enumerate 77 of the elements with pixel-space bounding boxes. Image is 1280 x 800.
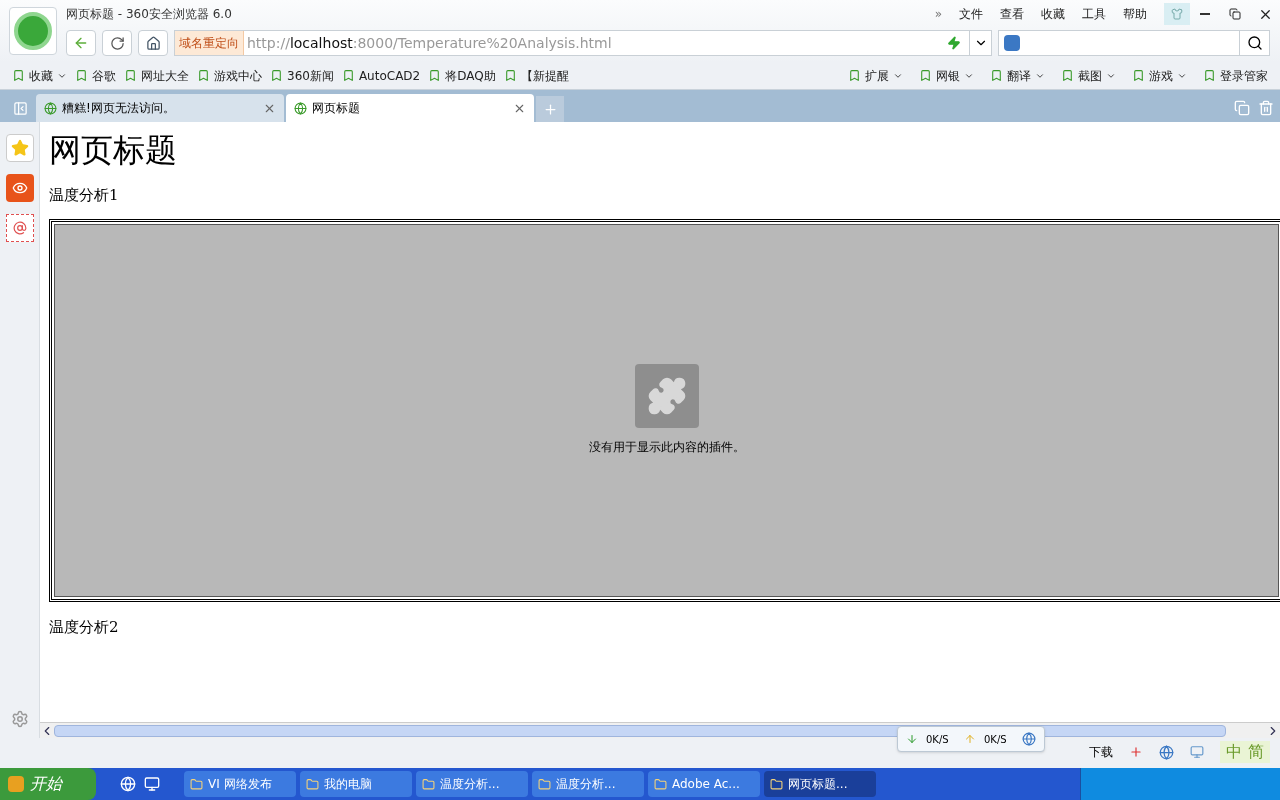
search-icon: [1246, 35, 1263, 51]
downloads-link[interactable]: 下载: [1089, 743, 1113, 761]
start-button[interactable]: 开始: [0, 768, 96, 800]
page-heading: 网页标题: [49, 130, 178, 170]
at-sign-icon: [12, 221, 27, 235]
redirect-badge: 域名重定向: [175, 31, 244, 55]
lightning-icon: [947, 36, 961, 50]
bookmark-item[interactable]: AutoCAD2: [337, 66, 425, 85]
upload-speed: 0K/S: [984, 732, 1008, 747]
mail-sidebar-button[interactable]: [5, 214, 34, 242]
menu-item[interactable]: 收藏: [1041, 5, 1065, 23]
menu-item[interactable]: 查看: [1000, 5, 1024, 23]
folder-icon: [538, 777, 551, 791]
refresh-icon: [109, 35, 125, 51]
shirt-icon: [1171, 8, 1183, 20]
windows-logo-icon: [8, 776, 24, 792]
monitor-icon[interactable]: [144, 776, 160, 792]
more-icon[interactable]: »: [934, 5, 942, 23]
scrollbar-thumb[interactable]: [54, 724, 1226, 737]
caption-text: 温度分析2: [49, 616, 120, 638]
taskbar-button[interactable]: VI 网络发布: [184, 771, 296, 797]
bookmark-item[interactable]: 收藏: [8, 66, 71, 85]
bookmark-item[interactable]: 网银: [915, 66, 978, 85]
url-text: http://localhost:8000/Temperature%20Analysis.html: [247, 33, 612, 53]
bookmark-item[interactable]: 游戏: [1128, 66, 1191, 85]
browser-logo-icon[interactable]: [9, 7, 57, 55]
bookmark-item[interactable]: 截图: [1057, 66, 1120, 85]
down-arrow-icon: [906, 733, 918, 745]
bookmark-item[interactable]: 【新提醒: [499, 66, 573, 85]
address-field[interactable]: 域名重定向 http://localhost:8000/Temperature%20Analysis.html: [174, 30, 992, 56]
browser-tab[interactable]: 糟糕!网页无法访问。: [36, 94, 284, 122]
window-icon[interactable]: [1190, 745, 1204, 759]
folder-icon: [306, 777, 319, 791]
menu-item[interactable]: 帮助: [1123, 5, 1147, 23]
refresh-button[interactable]: [102, 30, 132, 56]
star-icon: [10, 139, 29, 157]
taskbar-button[interactable]: 温度分析...: [416, 771, 528, 797]
menu-item[interactable]: 工具: [1082, 5, 1106, 23]
search-engine-icon[interactable]: [1004, 35, 1020, 51]
plugin-message: 没有用于显示此内容的插件。: [588, 439, 745, 456]
menu-item[interactable]: 文件: [959, 5, 983, 23]
back-button[interactable]: [66, 30, 96, 56]
sidebar-collapse-icon: [12, 100, 28, 116]
eye-icon: [11, 180, 28, 196]
plus-icon: [542, 101, 558, 117]
search-field[interactable]: [998, 30, 1270, 56]
bookmark-item[interactable]: 360新闻: [266, 66, 338, 85]
caption-text: 温度分析1: [49, 185, 120, 206]
weibo-sidebar-button[interactable]: [5, 174, 34, 202]
settings-icon[interactable]: [10, 710, 29, 728]
browser-icon[interactable]: [1159, 744, 1174, 760]
bookmark-item[interactable]: 网址大全: [120, 66, 193, 85]
folder-icon: [422, 777, 435, 791]
browser-tab[interactable]: 网页标题: [286, 94, 534, 122]
bookmark-item[interactable]: 扩展: [844, 66, 907, 85]
up-arrow-icon: [964, 733, 976, 745]
bookmark-item[interactable]: 谷歌: [71, 66, 120, 85]
browser-icon: [1022, 732, 1036, 746]
bookmark-item[interactable]: 将DAQ助: [424, 66, 500, 85]
home-icon: [145, 35, 161, 51]
folder-icon: [190, 777, 203, 791]
bookmark-item[interactable]: 游戏中心: [193, 66, 266, 85]
minimize-icon: [1200, 13, 1210, 15]
window-title: 网页标题 - 360安全浏览器 6.0: [66, 6, 232, 23]
folder-icon: [770, 777, 783, 791]
first-aid-icon[interactable]: [1129, 745, 1143, 759]
download-speed: 0K/S: [926, 732, 950, 747]
taskbar-button[interactable]: 我的电脑: [300, 771, 412, 797]
taskbar-button[interactable]: 温度分析...: [532, 771, 644, 797]
bookmark-item[interactable]: 翻译: [986, 66, 1049, 85]
bookmark-item[interactable]: 登录管家: [1199, 66, 1272, 85]
restore-icon: [1229, 8, 1241, 20]
home-button[interactable]: [138, 30, 168, 56]
folder-icon: [654, 777, 667, 791]
taskbar-button[interactable]: Adobe Ac...: [648, 771, 760, 797]
puzzle-piece-icon: [646, 376, 687, 416]
taskbar-button[interactable]: 网页标题...: [764, 771, 876, 797]
